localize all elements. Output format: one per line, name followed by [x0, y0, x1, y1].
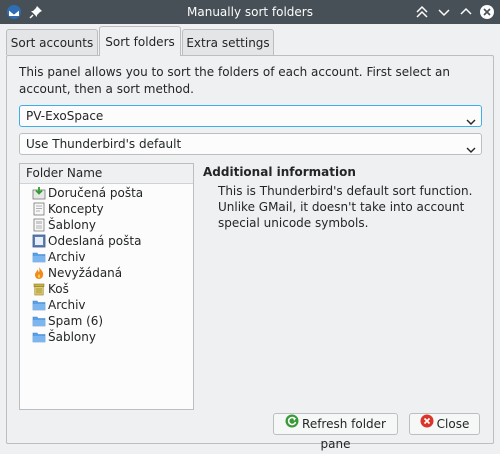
folder-tree-item[interactable]: Šablony	[20, 217, 193, 233]
junk-icon	[32, 266, 46, 280]
sort-folders-panel: This panel allows you to sort the folder…	[6, 55, 494, 451]
folder-tree-item[interactable]: Odeslaná pošta	[20, 233, 193, 249]
folder-tree-item[interactable]: Archiv	[20, 249, 193, 265]
folder-tree-item-label: Doručená pošta	[48, 186, 144, 200]
templates-icon	[32, 218, 46, 232]
folder-tree-item[interactable]: Nevyžádaná	[20, 265, 193, 281]
folder-name-column-header[interactable]: Folder Name	[20, 164, 193, 184]
inbox-icon	[32, 186, 46, 200]
info-title: Additional information	[203, 165, 356, 179]
trash-icon	[32, 282, 46, 296]
folder-tree-item-label: Archiv	[48, 250, 86, 264]
folder-tree-item[interactable]: Koncepty	[20, 201, 193, 217]
refresh-folder-pane-button[interactable]: Refresh folder pane	[273, 413, 398, 451]
sort-method-select[interactable]: Use Thunderbird's default	[19, 133, 482, 155]
minimize-button[interactable]	[436, 4, 452, 20]
account-select-value: PV-ExoSpace	[26, 109, 104, 123]
panel-intro-text: This panel allows you to sort the folder…	[19, 65, 450, 96]
dialog-body: Sort accounts Sort folders Extra setting…	[0, 24, 500, 451]
folder-tree-item[interactable]: Šablony	[20, 329, 193, 345]
refresh-button-label: Refresh folder pane	[302, 417, 386, 451]
folder-tree-item-label: Šablony	[48, 218, 96, 232]
folder-tree-item-label: Spam (6)	[48, 314, 104, 328]
drafts-icon	[32, 202, 46, 216]
window-titlebar[interactable]: Manually sort folders	[0, 0, 500, 24]
sort-method-select-value: Use Thunderbird's default	[26, 137, 182, 151]
folder-tree-item-label: Odeslaná pošta	[48, 234, 142, 248]
folder-icon	[32, 298, 46, 312]
close-button[interactable]: Close	[409, 413, 480, 435]
close-icon	[420, 414, 434, 434]
tab-sort-folders[interactable]: Sort folders	[99, 26, 181, 56]
maximize-button[interactable]	[458, 4, 474, 20]
folder-tree-item-label: Koš	[48, 282, 69, 296]
close-button-label: Close	[436, 417, 470, 431]
info-body: This is Thunderbird's default sort funct…	[218, 184, 473, 230]
refresh-icon	[285, 414, 299, 434]
folder-tree-item[interactable]: Koš	[20, 281, 193, 297]
close-window-button[interactable]	[479, 4, 495, 20]
folder-tree[interactable]: Folder Name Doručená pošta Koncepty Šablon…	[19, 163, 194, 410]
folder-tree-item[interactable]: Spam (6)	[20, 313, 193, 329]
folder-icon	[32, 330, 46, 344]
chevron-down-icon	[466, 140, 476, 153]
keep-above-button[interactable]	[414, 4, 430, 20]
folder-tree-item-label: Archiv	[48, 298, 86, 312]
sent-icon	[32, 234, 46, 248]
folder-tree-item[interactable]: Archiv	[20, 297, 193, 313]
folder-tree-item-label: Koncepty	[48, 202, 104, 216]
folder-tree-item-label: Nevyžádaná	[48, 266, 123, 280]
tab-sort-accounts[interactable]: Sort accounts	[6, 29, 98, 55]
account-select[interactable]: PV-ExoSpace	[19, 105, 482, 127]
chevron-down-icon	[466, 112, 476, 125]
folder-icon	[32, 250, 46, 264]
folder-tree-item-label: Šablony	[48, 330, 96, 344]
folder-tree-item[interactable]: Doručená pošta	[20, 185, 193, 201]
folder-icon	[32, 314, 46, 328]
tab-extra-settings[interactable]: Extra settings	[182, 29, 274, 55]
